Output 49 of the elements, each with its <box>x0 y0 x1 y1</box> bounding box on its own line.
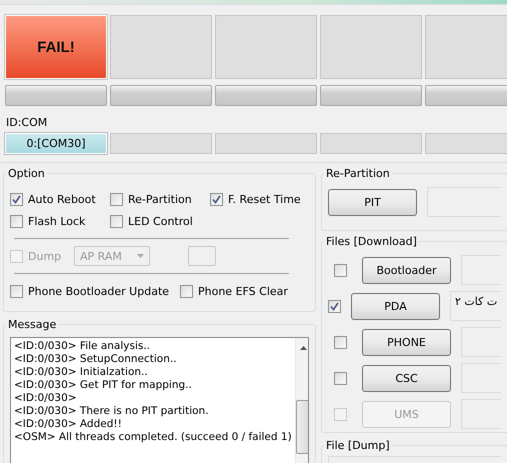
checkbox[interactable] <box>334 264 346 276</box>
status-panel: FAIL! <box>5 15 107 79</box>
input-field[interactable] <box>188 246 216 266</box>
checkbox-label: Phone Bootloader Update <box>28 284 170 298</box>
file-button[interactable]: PDA <box>351 292 440 320</box>
pit-button[interactable]: PIT <box>328 188 417 216</box>
file-button[interactable]: CSC <box>362 364 451 392</box>
caret-icon <box>137 254 144 258</box>
log-line: <ID:0/030> Initialzation.. <box>14 366 149 379</box>
group-title: Files [Download] <box>324 235 419 248</box>
checkbox[interactable] <box>10 192 23 206</box>
port-slot: 0:[COM30] <box>5 133 107 154</box>
scrollbar[interactable] <box>294 338 308 463</box>
log-line: <ID:0/030> File analysis.. <box>14 340 152 353</box>
checkbox[interactable] <box>334 336 346 348</box>
checkbox-label: Dump <box>28 250 62 262</box>
group-title: File [Dump] <box>324 439 392 452</box>
log-line: <ID:0/030> Get PIT for mapping.. <box>14 379 193 392</box>
checkbox-label: F. Reset Time <box>228 192 301 206</box>
checkbox-label: Auto Reboot <box>28 192 96 206</box>
group-title: Message <box>6 318 58 331</box>
log-line: <ID:0/030> There is no PIT partition. <box>14 405 210 418</box>
checkbox[interactable] <box>10 214 23 228</box>
checkbox[interactable] <box>210 192 223 206</box>
group-title: Re-Partition <box>324 167 392 180</box>
input-field[interactable]: ت کات ۲ <box>450 291 502 321</box>
checkbox-label: Re-Partition <box>128 192 192 206</box>
scroll-thumb[interactable] <box>296 400 308 454</box>
log-line: <ID:0/030> SetupConnection.. <box>14 353 178 366</box>
log-line: <ID:0/030> <box>14 392 78 405</box>
checkbox-label: LED Control <box>128 214 193 228</box>
check-icon <box>212 194 221 204</box>
log-line: <ID:0/030> Added!! <box>14 418 123 431</box>
checkbox[interactable] <box>328 300 341 312</box>
checkbox[interactable] <box>110 192 123 206</box>
checkbox[interactable] <box>10 284 23 298</box>
scroll-up-icon <box>300 346 307 350</box>
check-icon <box>12 194 21 204</box>
checkbox-label: Flash Lock <box>28 214 86 228</box>
file-button[interactable]: PHONE <box>362 328 451 356</box>
checkbox-label: Phone EFS Clear <box>198 284 288 298</box>
checkbox[interactable] <box>180 284 193 298</box>
check-icon <box>330 302 339 310</box>
file-button[interactable]: Bootloader <box>362 256 451 284</box>
checkbox[interactable] <box>334 372 346 384</box>
checkbox[interactable] <box>110 214 123 228</box>
log-line: <OSM> All threads completed. (succeed 0 / failed 1) <box>14 431 292 444</box>
group-title: ID:COM <box>5 116 48 129</box>
group-title: Option <box>6 167 47 180</box>
